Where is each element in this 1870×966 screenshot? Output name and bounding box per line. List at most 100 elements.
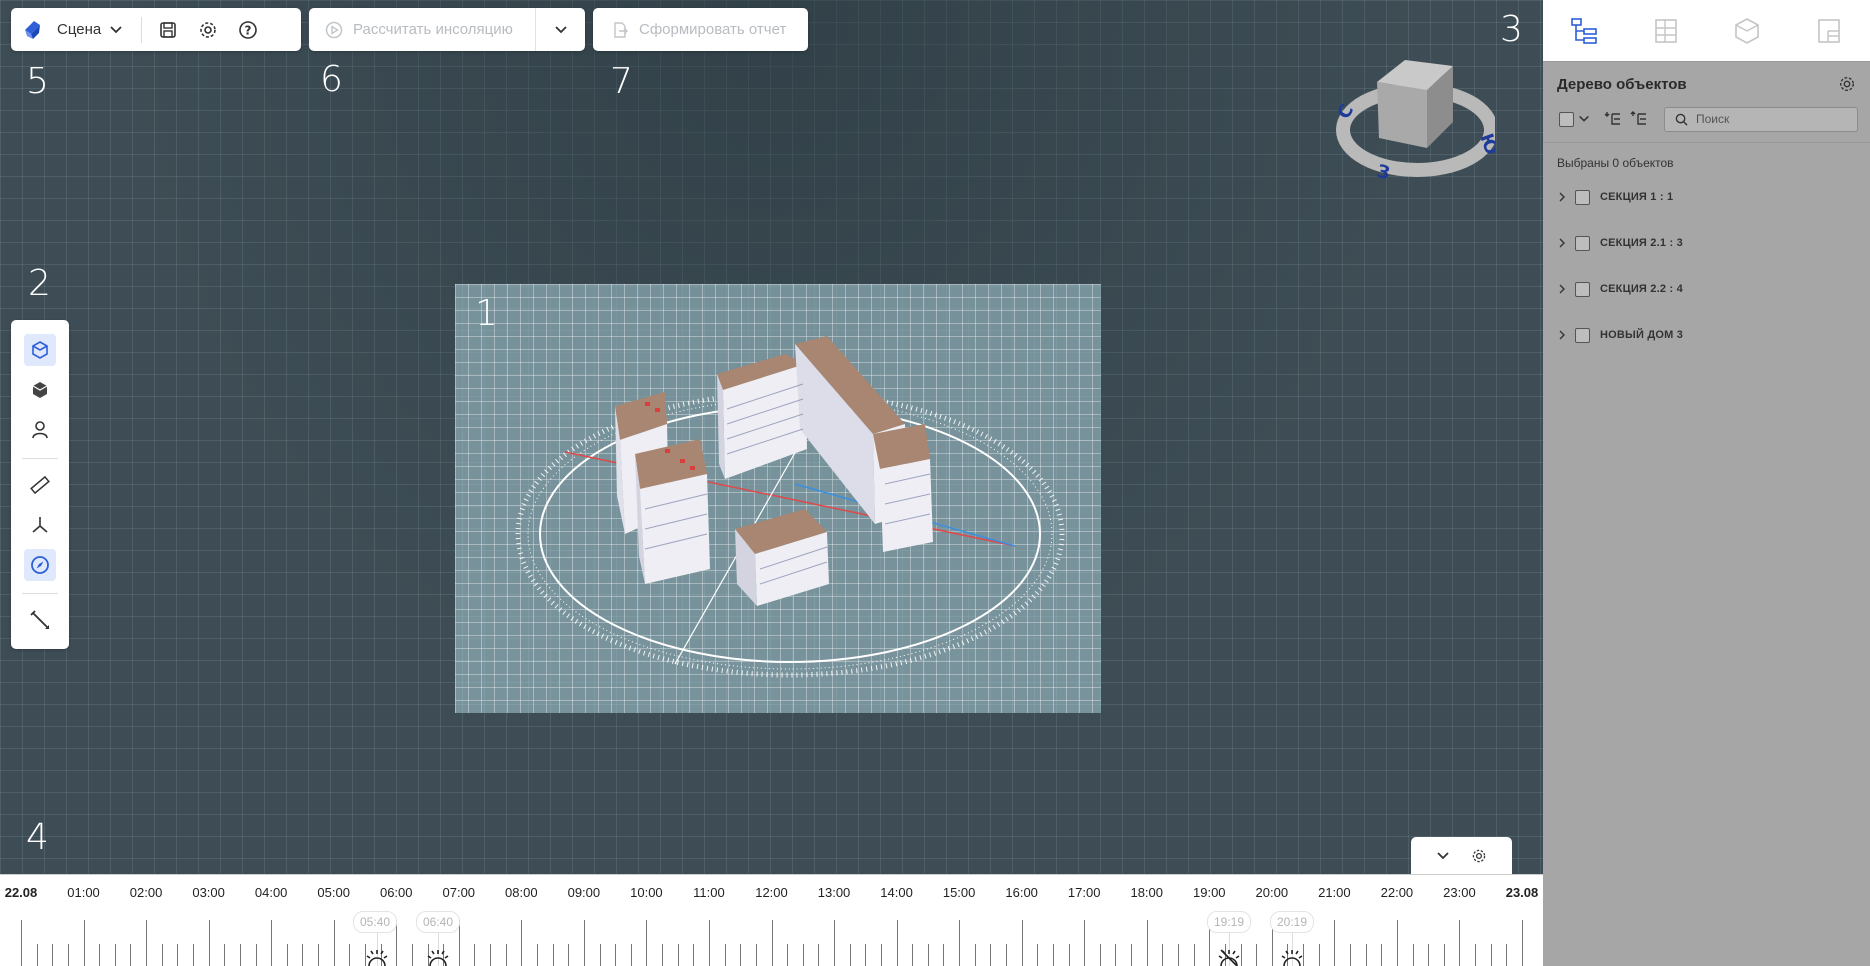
tree-item-checkbox[interactable]: [1575, 189, 1590, 205]
timeline-tick: [1334, 920, 1336, 966]
tab-3d-model[interactable]: [1707, 0, 1789, 61]
panel-tabs: [1543, 0, 1870, 62]
tab-report[interactable]: [1788, 0, 1870, 61]
timeline-settings-button[interactable]: [1471, 848, 1487, 864]
tree-item-label: НОВЫЙ ДОМ 3: [1600, 329, 1684, 341]
sun-icon[interactable]: [424, 946, 452, 966]
object-tree-icon: [1571, 17, 1597, 44]
timeline-tick: [177, 944, 179, 966]
chevron-right-icon[interactable]: [1557, 192, 1567, 202]
timeline-tick: [849, 944, 851, 966]
toolbar-divider: [22, 458, 58, 459]
sun-icon[interactable]: [1278, 946, 1306, 966]
scene-toolbar: Сцена ?: [11, 8, 301, 51]
search-input[interactable]: [1696, 112, 1846, 126]
3d-viewport[interactable]: С Ю З 1 2 3 4 5 6 7 Сцена ? Рассчитать и…: [0, 0, 1543, 874]
collapse-timeline-button[interactable]: [1436, 849, 1450, 863]
tree-item-label: СЕКЦИЯ 2.2 : 4: [1600, 283, 1683, 295]
insolation-options-dropdown[interactable]: [535, 8, 585, 51]
box-select-tool[interactable]: [24, 334, 56, 366]
timeline-tick: [114, 944, 116, 966]
tree-item[interactable]: СЕКЦИЯ 2.2 : 4: [1543, 266, 1870, 312]
tools-menu[interactable]: [24, 604, 56, 636]
view-cube[interactable]: С Ю З: [1333, 52, 1502, 192]
timeline-controls: [1411, 837, 1512, 874]
timeline-tick: [536, 944, 538, 966]
left-toolbar: [11, 320, 69, 649]
timeline-hour-label: 05:00: [317, 885, 350, 900]
region-number: 5: [26, 61, 49, 102]
person-view-tool[interactable]: [24, 414, 56, 446]
timeline-tick: [161, 944, 163, 966]
app-logo-icon[interactable]: [21, 19, 43, 41]
timeline-tick: [1350, 944, 1351, 966]
collapse-all-icon[interactable]: [1604, 110, 1622, 128]
timeline-tick: [52, 944, 54, 966]
play-circle-icon: [325, 21, 343, 38]
timeline-tick: [146, 920, 148, 966]
region-number: 3: [1500, 9, 1523, 50]
sun-marker[interactable]: 05:40: [352, 911, 398, 933]
measure-tool[interactable]: [24, 469, 56, 501]
timeline-tick: [1318, 944, 1320, 966]
help-button[interactable]: ?: [236, 18, 260, 42]
timeline-hour-label: 01:00: [67, 885, 100, 900]
toolbar-divider: [141, 16, 143, 43]
tree-item-checkbox[interactable]: [1575, 281, 1590, 297]
sun-marker[interactable]: 19:19: [1206, 911, 1252, 933]
calculate-insolation-label: Рассчитать инсоляцию: [353, 21, 513, 38]
chevron-right-icon[interactable]: [1557, 330, 1567, 340]
calculate-insolation-button[interactable]: Рассчитать инсоляцию: [309, 8, 535, 51]
sunset-icon[interactable]: [1215, 946, 1243, 966]
sun-marker[interactable]: 06:40: [415, 911, 461, 933]
chevron-down-icon: [554, 25, 567, 33]
timeline-hour-label: 19:00: [1193, 885, 1226, 900]
timeline-tick: [943, 944, 945, 966]
timeline-tick: [1006, 944, 1008, 966]
timeline-tick: [771, 920, 773, 966]
settings-button[interactable]: [196, 18, 220, 42]
solid-box-tool[interactable]: [24, 374, 56, 406]
timeline-tick: [1178, 944, 1180, 966]
chevron-right-icon[interactable]: [1557, 238, 1567, 248]
timeline-tick: [1412, 944, 1414, 966]
scene-menu-label[interactable]: Сцена: [57, 21, 101, 38]
axes-icon: [32, 517, 48, 533]
timeline-hour-label: 10:00: [630, 885, 663, 900]
compass-tool[interactable]: [24, 549, 56, 581]
axes-tool[interactable]: [24, 509, 56, 541]
select-all-checkbox[interactable]: [1559, 111, 1574, 127]
timeline-tick: [224, 944, 226, 966]
timeline-tick: [1475, 944, 1477, 966]
tree-item-checkbox[interactable]: [1575, 235, 1590, 251]
tree-item-checkbox[interactable]: [1575, 327, 1590, 343]
chevron-right-icon[interactable]: [1557, 284, 1567, 294]
ruler-icon: [30, 475, 50, 495]
tab-floor-plan[interactable]: [1625, 0, 1707, 61]
save-button[interactable]: [156, 18, 180, 42]
chevron-down-icon[interactable]: [109, 23, 123, 37]
expand-all-icon[interactable]: [1630, 110, 1648, 128]
timeline-tick: [505, 944, 507, 966]
tree-item[interactable]: СЕКЦИЯ 2.1 : 3: [1543, 220, 1870, 266]
panel-settings-button[interactable]: [1838, 75, 1856, 93]
timeline-tick: [662, 944, 664, 966]
timeline-hour-label: 12:00: [755, 885, 788, 900]
tree-item[interactable]: НОВЫЙ ДОМ 3: [1543, 312, 1870, 358]
timeline[interactable]: 22.08 23.08 01:00 02:00 03:00 04:00 05:00 06:…: [0, 874, 1543, 966]
timeline-tick: [302, 944, 304, 966]
report-sheet-icon: [1818, 18, 1840, 43]
timeline-tick: [630, 944, 632, 966]
chevron-down-icon[interactable]: [1578, 113, 1590, 125]
timeline-hour-label: 02:00: [129, 885, 163, 900]
generate-report-button[interactable]: Сформировать отчет: [593, 8, 808, 51]
floor-plan-icon: [1654, 18, 1677, 43]
tree-item[interactable]: СЕКЦИЯ 1 : 1: [1543, 174, 1870, 220]
timeline-tick: [880, 944, 882, 966]
scene-plate[interactable]: [455, 284, 1101, 713]
sun-marker[interactable]: 20:19: [1269, 911, 1315, 933]
sunrise-icon[interactable]: [363, 946, 391, 966]
timeline-tick: [396, 920, 398, 966]
tab-object-tree[interactable]: [1543, 0, 1625, 61]
timeline-tick: [1068, 944, 1070, 966]
